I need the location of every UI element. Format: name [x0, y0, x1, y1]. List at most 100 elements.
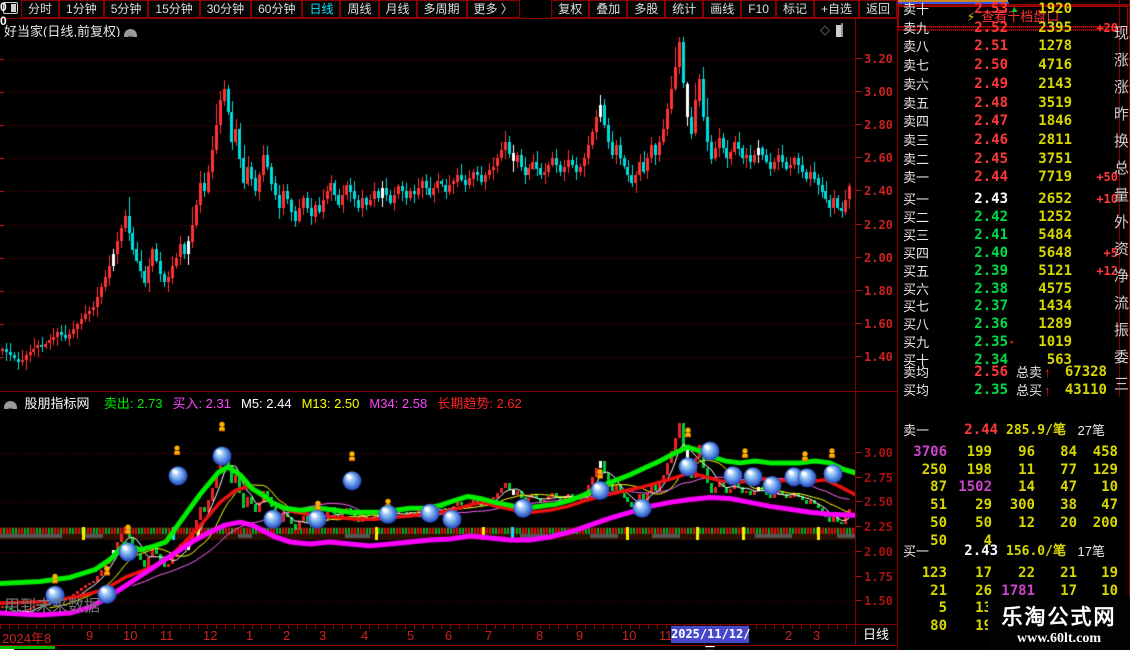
queue-cell: 123 [921, 565, 947, 581]
avg-price: 2.56 [974, 364, 1008, 380]
order-book-row[interactable]: 买五 2.39 5121 +12 [898, 262, 1119, 281]
level-label: 买七 [903, 299, 930, 314]
queue-cell: 250 [921, 461, 947, 478]
price-tick [856, 575, 862, 577]
month-label: 3 [319, 628, 327, 643]
queue-cell: 300 [1009, 497, 1035, 514]
order-book-row[interactable]: 卖二 2.45 3751 [898, 150, 1119, 169]
avg-label: 买均 [903, 383, 930, 398]
price-label: 2.00 [864, 250, 893, 265]
level-price[interactable]: 2.39 [938, 262, 1008, 281]
level-volume: 5648 [1038, 245, 1072, 261]
price-tick [856, 223, 862, 225]
queue-cell: 3706 [913, 444, 947, 460]
main-price-axis: 3.20 3.00 2.80 2.60 2.40 2.20 2.00 1.80 1.60 1.40 [855, 37, 897, 391]
strip-char: 资 [1114, 241, 1130, 258]
total-volume: 67328 [1064, 364, 1107, 380]
order-book-row[interactable]: 买九 2.35 ▪ 1019 [898, 333, 1119, 352]
price-label: 2.20 [864, 217, 893, 232]
order-book-row[interactable]: 卖一 2.44 7719 +50 [898, 168, 1119, 187]
level-price[interactable]: 2.47 [938, 112, 1008, 131]
month-label: 10 [622, 628, 637, 643]
strip-char: 振 [1114, 322, 1130, 339]
level-label: 卖四 [903, 114, 930, 129]
order-book-row[interactable]: 买二 2.42 1252 [898, 208, 1119, 227]
level-label: 买九 [903, 335, 930, 350]
level-price[interactable]: 2.44 [938, 168, 1008, 187]
crosshair-date-badge: 2025/11/12/三 [671, 626, 751, 650]
level-price[interactable]: 2.46 [938, 131, 1008, 150]
level-price[interactable]: 2.36 [938, 315, 1008, 334]
level-volume: 2811 [1038, 132, 1072, 148]
order-book-row[interactable]: 卖六 2.49 2143 [898, 75, 1119, 94]
queue-cell: 80 [930, 618, 947, 635]
level-price[interactable]: 2.37 [938, 297, 1008, 316]
month-label: 9 [86, 628, 94, 643]
queue-cell: 29 [975, 497, 992, 514]
level-price[interactable]: 2.45 [938, 150, 1008, 169]
strip-char: 量 [1114, 187, 1130, 204]
queue-cell: 199 [966, 444, 992, 460]
level-price[interactable]: 2.41 [938, 226, 1008, 245]
level-volume: 1846 [1038, 113, 1072, 129]
strip-char: 现 [1114, 25, 1130, 42]
price-tick [856, 526, 862, 528]
level-label: 卖五 [903, 96, 930, 111]
month-label: 9 [576, 628, 584, 643]
order-book-row[interactable]: 买八 2.36 1289 [898, 315, 1119, 334]
level-label: 买二 [903, 210, 930, 225]
price-tick [856, 550, 862, 552]
level-price[interactable]: 2.35 [938, 333, 1008, 352]
strip-char: 涨 [1114, 52, 1130, 69]
level-price[interactable]: 2.51 [938, 37, 1008, 56]
queue-cell: 51 [930, 497, 947, 514]
order-book-row[interactable]: 卖三 2.46 2811 [898, 131, 1119, 150]
level-price[interactable]: 2.40 [938, 244, 1008, 263]
strip-char: 换 [1114, 133, 1130, 150]
level-delta: +10 [1096, 192, 1118, 206]
level-delta: +12 [1096, 264, 1118, 278]
indicator-panel-chart[interactable] [0, 409, 856, 624]
level-price[interactable]: 2.49 [938, 75, 1008, 94]
app-window: 分时 1分钟 5分钟 15分钟 30分钟 60分钟 日线 周线 月线 多周期 更多 〉复权 叠加 多股统… [0, 0, 1130, 650]
order-book-row[interactable]: 卖七 2.50 4716 [898, 56, 1119, 75]
level-label: 买四 [903, 246, 930, 261]
level-volume: 3519 [1038, 95, 1072, 111]
price-label: 1.60 [864, 316, 893, 331]
strip-char: 总 [1114, 160, 1130, 177]
level-price[interactable]: 2.50 [938, 56, 1008, 75]
strip-char: 涨 [1114, 79, 1130, 96]
price-label: 1.40 [864, 349, 893, 364]
strip-char: 三 [1114, 376, 1130, 393]
level-price[interactable]: 2.48 [938, 94, 1008, 113]
order-book-row[interactable]: 买一 2.43 2652 +10 [898, 190, 1119, 209]
main-candlestick-chart[interactable] [0, 37, 856, 391]
level-label: 卖二 [903, 152, 930, 167]
totals-row: 买均 2.35 总买 ↑ 43110 [898, 381, 1119, 400]
order-book-row[interactable]: 卖五 2.48 3519 [898, 94, 1119, 113]
price-label: 3.00 [864, 446, 893, 460]
level-label: 卖八 [903, 39, 930, 54]
level-volume: 5121 [1038, 263, 1072, 279]
level-label: 卖六 [903, 77, 930, 92]
order-book-row[interactable]: 卖四 2.47 1846 [898, 112, 1119, 131]
order-count: 27笔 [1077, 423, 1105, 438]
level-price[interactable]: 2.42 [938, 208, 1008, 227]
avg-label: 卖均 [903, 365, 930, 380]
order-book-row[interactable]: 买四 2.40 5648 +5 [898, 244, 1119, 263]
price-label: 2.60 [864, 151, 893, 166]
order-book-row[interactable]: 买七 2.37 1434 [898, 297, 1119, 316]
queue-cell: 12 [1018, 514, 1035, 531]
level-label: 卖七 [903, 58, 930, 73]
month-label: 3 [813, 628, 821, 643]
level-label: 卖一 [903, 170, 930, 185]
level-volume: 7719 [1038, 169, 1072, 185]
order-book-row[interactable]: 买三 2.41 5484 [898, 226, 1119, 245]
order-book-row[interactable]: 卖八 2.51 1278 [898, 37, 1119, 56]
level-price[interactable]: 2.43 [938, 190, 1008, 209]
price-label: 2.80 [864, 118, 893, 133]
price-tick [856, 91, 862, 93]
price-tick [856, 190, 862, 192]
period-cell: 日线 [862, 627, 889, 642]
per-order-avg: 285.9/笔 [1006, 423, 1066, 438]
